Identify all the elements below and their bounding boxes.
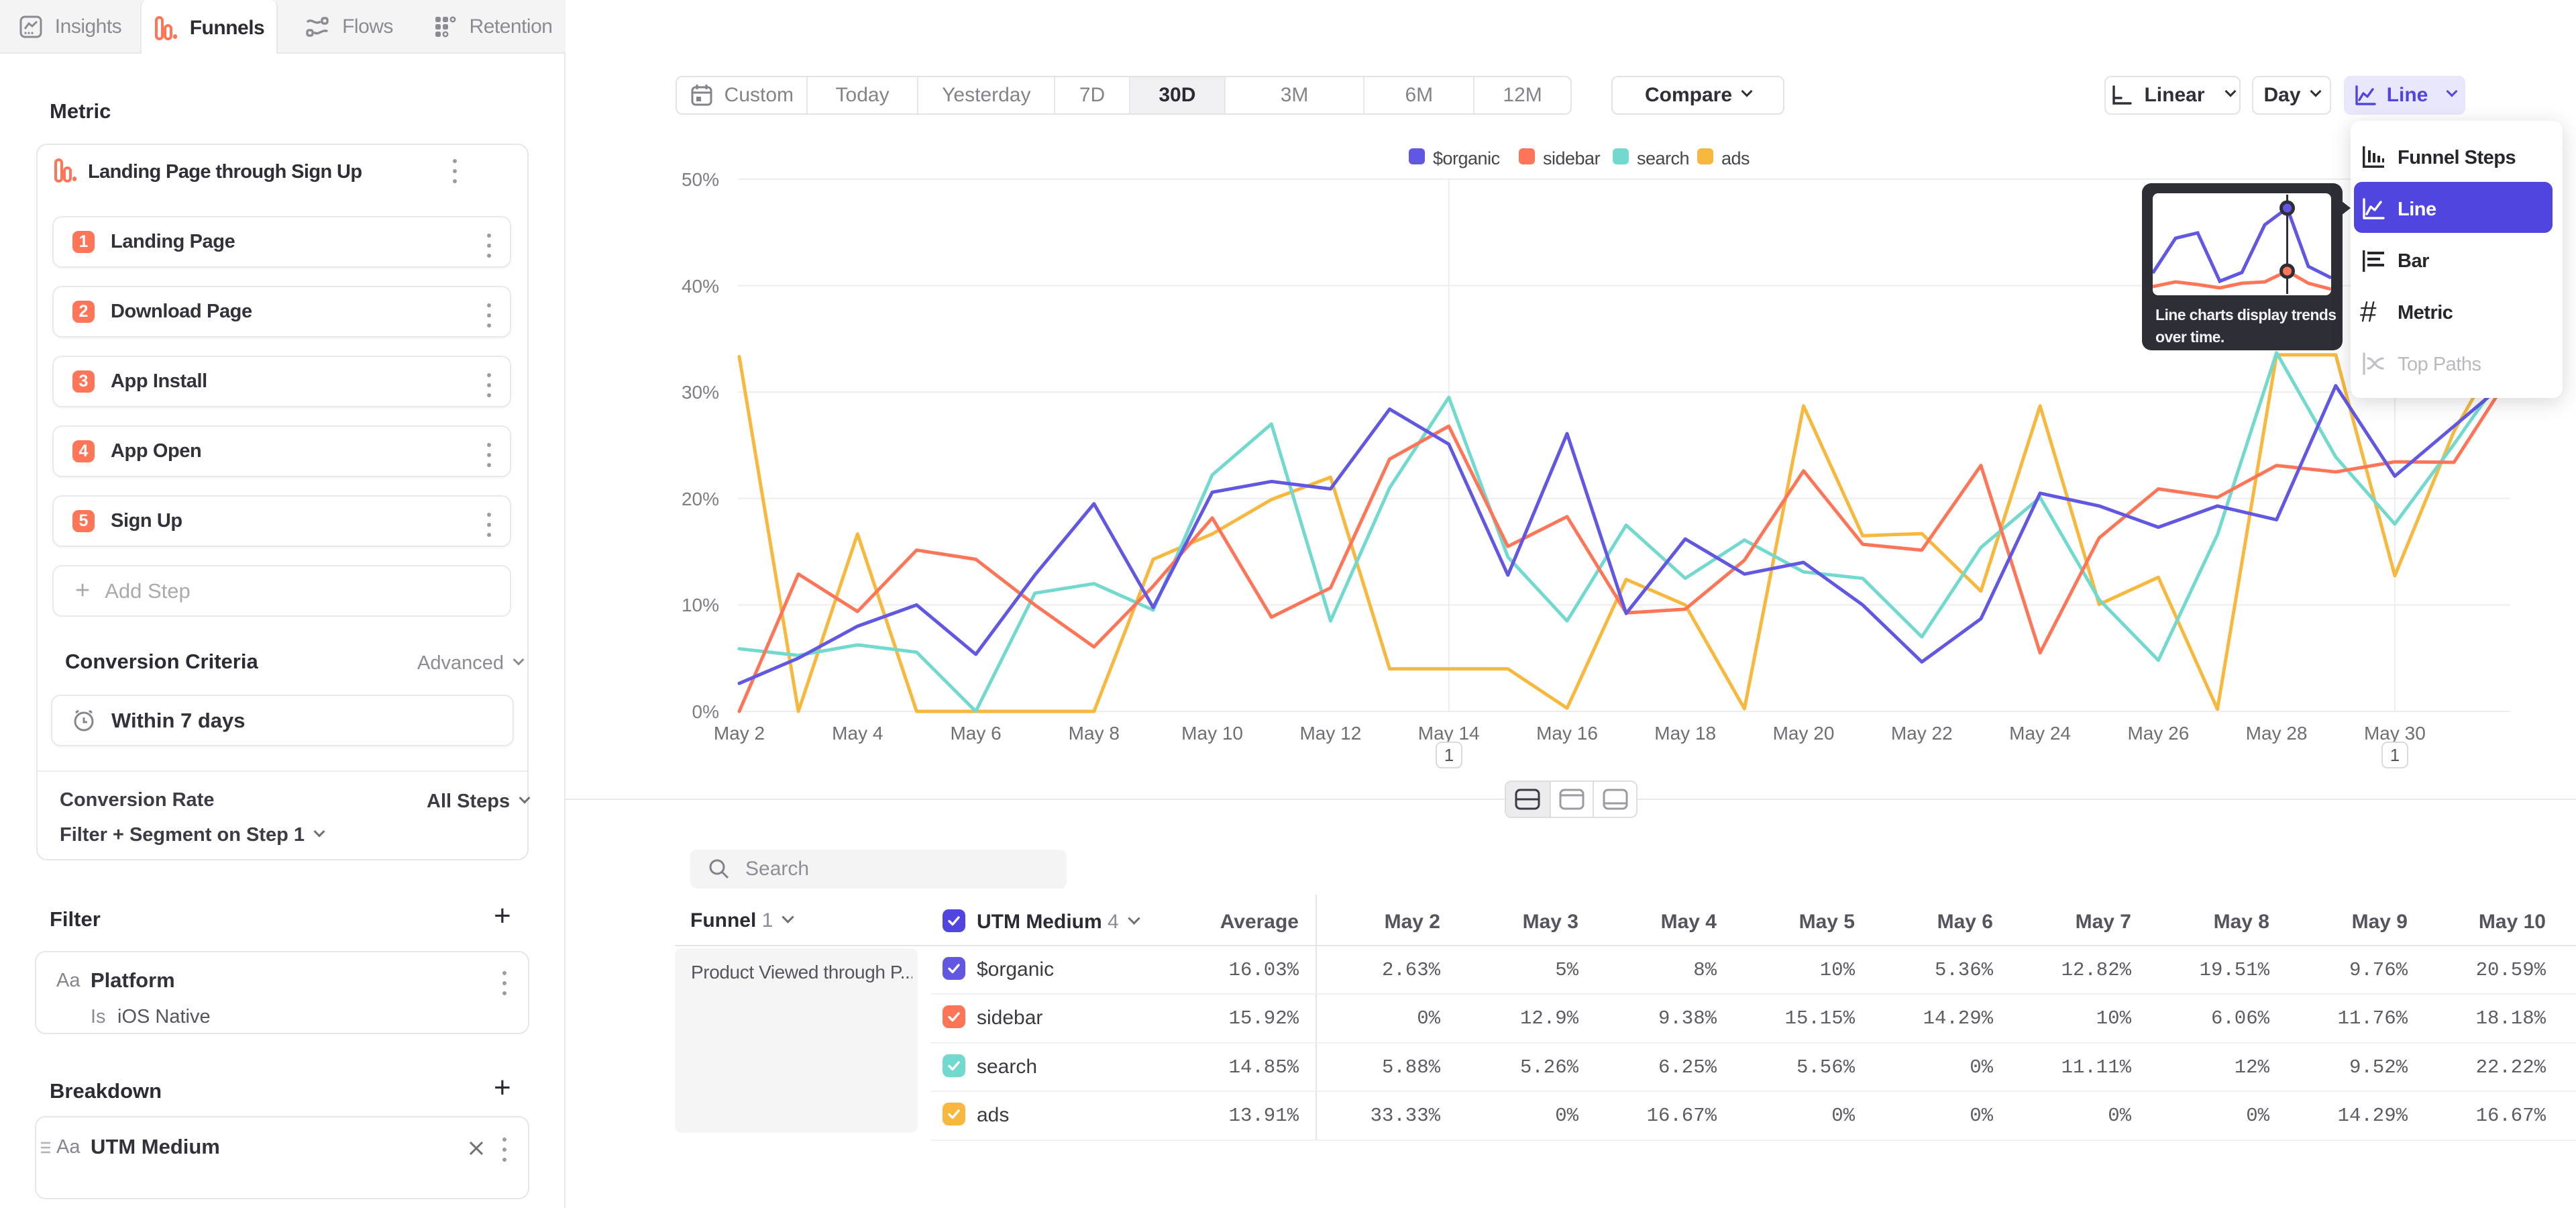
svg-text:May 26: May 26 (2127, 723, 2189, 744)
svg-text:40%: 40% (682, 276, 719, 297)
svg-text:May 12: May 12 (1299, 723, 1361, 744)
svg-text:1: 1 (1444, 745, 1454, 765)
svg-text:May 30: May 30 (2364, 723, 2426, 744)
svg-text:May 16: May 16 (1536, 723, 1598, 744)
svg-text:May 8: May 8 (1069, 723, 1120, 744)
svg-text:May 20: May 20 (1773, 723, 1835, 744)
svg-text:May 24: May 24 (2009, 723, 2071, 744)
svg-text:0%: 0% (692, 701, 719, 722)
svg-text:May 18: May 18 (1654, 723, 1716, 744)
svg-text:20%: 20% (682, 489, 719, 509)
svg-text:May 22: May 22 (1891, 723, 1953, 744)
svg-text:1: 1 (2390, 745, 2400, 765)
svg-text:$organic: $organic (1433, 148, 1500, 168)
svg-text:May 28: May 28 (2246, 723, 2308, 744)
svg-text:30%: 30% (682, 382, 719, 403)
svg-text:May 4: May 4 (832, 723, 883, 744)
svg-text:May 6: May 6 (950, 723, 1001, 744)
svg-text:search: search (1637, 148, 1689, 168)
svg-text:50%: 50% (682, 169, 719, 190)
svg-text:May 14: May 14 (1418, 723, 1480, 744)
svg-text:May 2: May 2 (714, 723, 765, 744)
svg-text:sidebar: sidebar (1543, 148, 1601, 168)
svg-text:10%: 10% (682, 595, 719, 615)
svg-text:ads: ads (1721, 148, 1750, 168)
svg-text:May 10: May 10 (1181, 723, 1243, 744)
